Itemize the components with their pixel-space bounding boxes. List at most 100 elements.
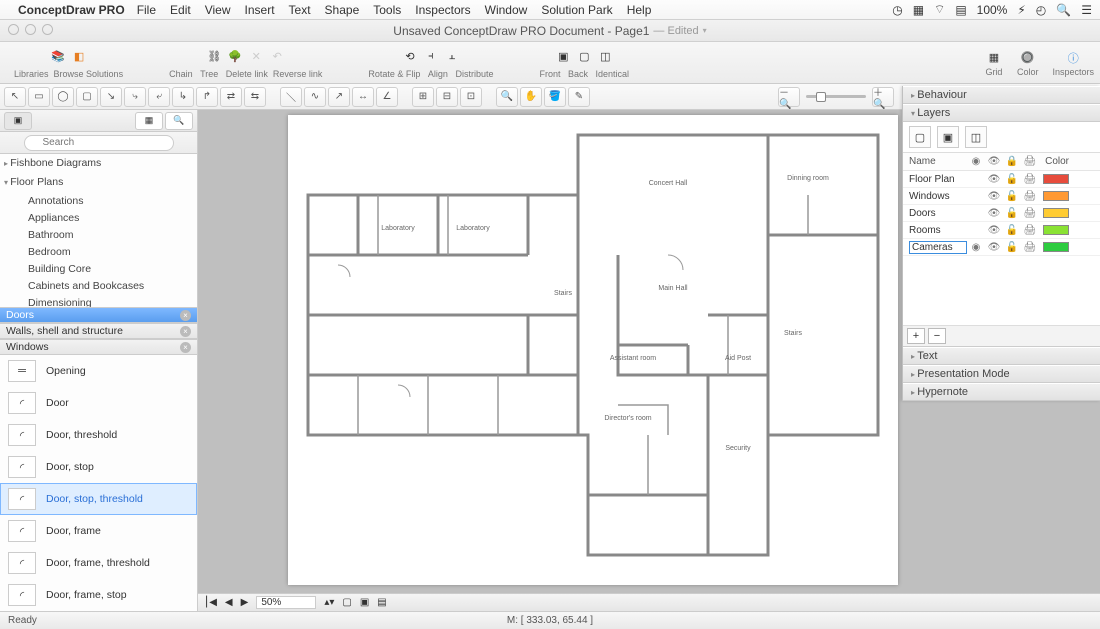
shape-door-threshold[interactable]: ◜Door, threshold [0,419,197,451]
section-layers[interactable]: Layers [903,104,1100,122]
layer-visibility-toggle[interactable]: 👁 [985,191,1003,202]
group-tool-3[interactable]: ⊡ [460,87,482,107]
arrow-tool[interactable]: ↗ [328,87,350,107]
view-mode-3[interactable]: ▤ [377,597,386,608]
toolbar-color[interactable]: 🔘Color [1017,49,1039,77]
menu-file[interactable]: File [137,3,156,17]
grid-icon[interactable]: ▦ [913,3,924,17]
eyedropper-tool[interactable]: ✎ [568,87,590,107]
shape-door-stop-threshold[interactable]: ◜Door, stop, threshold [0,483,197,515]
close-icon[interactable]: × [180,326,191,337]
group-tool-2[interactable]: ⊟ [436,87,458,107]
shape-door-frame[interactable]: ◜Door, frame [0,515,197,547]
toolbar-grid[interactable]: ▦Grid [985,49,1003,77]
layer-row[interactable]: Doors👁🔓🖨 [903,205,1100,222]
door-shapes-list[interactable]: ═Opening ◜Door ◜Door, threshold ◜Door, s… [0,355,197,611]
menu-inspectors[interactable]: Inspectors [415,3,470,17]
zoom-out-button[interactable]: －🔍 [778,87,800,107]
zoom-in-tool[interactable]: 🔍 [496,87,518,107]
app-name[interactable]: ConceptDraw PRO [18,3,125,17]
layer-print-toggle[interactable]: 🖨 [1021,191,1039,202]
close-icon[interactable]: × [180,342,191,353]
layer-color-swatch[interactable] [1039,191,1069,201]
view-mode-1[interactable]: ▢ [342,597,351,608]
close-button[interactable] [8,24,19,35]
section-presentation[interactable]: Presentation Mode [903,365,1100,383]
menu-window[interactable]: Window [485,3,528,17]
pointer-tool[interactable]: ↖ [4,87,26,107]
section-text[interactable]: Text [903,347,1100,365]
menu-tools[interactable]: Tools [373,3,401,17]
shape-tool[interactable]: ▢ [76,87,98,107]
sub-building-core[interactable]: Building Core [0,260,197,277]
lib-walls[interactable]: Walls, shell and structure× [0,323,197,339]
layer-lock-toggle[interactable]: 🔓 [1003,208,1021,219]
sidebar-tab-1[interactable]: ▣ [4,112,32,130]
layer-name[interactable]: Cameras [909,241,967,254]
add-layer-button[interactable]: + [907,328,925,344]
sub-dimensioning[interactable]: Dimensioning [0,294,197,307]
toolbar-chain-tree[interactable]: ⛓🌳✕↶ Chain Tree Delete link Reverse link [169,47,322,79]
sidebar-tab-grid[interactable]: ▦ [135,112,163,130]
shape-door-frame-threshold[interactable]: ◜Door, frame, threshold [0,547,197,579]
zoom-in-button[interactable]: ＋🔍 [872,87,894,107]
lib-windows[interactable]: Windows× [0,339,197,355]
fill-tool[interactable]: 🪣 [544,87,566,107]
section-hypernote[interactable]: Hypernote [903,383,1100,401]
curve-tool[interactable]: ∿ [304,87,326,107]
layer-color-swatch[interactable] [1039,242,1069,252]
clock-icon[interactable]: ◷ [892,3,902,17]
shape-opening[interactable]: ═Opening [0,355,197,387]
lib-doors[interactable]: Doors× [0,307,197,323]
time-icon[interactable]: ◴ [1036,3,1046,17]
shape-door-stop[interactable]: ◜Door, stop [0,451,197,483]
battery-icon[interactable]: ⚡︎ [1017,3,1025,17]
layer-print-toggle[interactable]: 🖨 [1021,225,1039,236]
layer-lock-toggle[interactable]: 🔓 [1003,191,1021,202]
page-nav-next[interactable]: ▶ [241,597,249,608]
shape-door[interactable]: ◜Door [0,387,197,419]
layer-lock-toggle[interactable]: 🔓 [1003,225,1021,236]
zoom-field[interactable]: 50% [256,596,316,609]
group-tool-1[interactable]: ⊞ [412,87,434,107]
layer-active-toggle[interactable]: ◉ [967,242,985,253]
menu-insert[interactable]: Insert [245,3,275,17]
layer-tab-2[interactable]: ▣ [937,126,959,148]
layer-print-toggle[interactable]: 🖨 [1021,174,1039,185]
category-floor-plans[interactable]: Floor Plans [0,173,197,192]
remove-layer-button[interactable]: − [928,328,946,344]
menu-edit[interactable]: Edit [170,3,191,17]
layer-print-toggle[interactable]: 🖨 [1021,242,1039,253]
layer-color-swatch[interactable] [1039,225,1069,235]
connector-tool-1[interactable]: ↘ [100,87,122,107]
zoom-stepper[interactable]: ▴▾ [324,597,334,608]
wifi-icon[interactable]: ⌔ [934,2,945,17]
zoom-button[interactable] [42,24,53,35]
menu-view[interactable]: View [205,3,231,17]
layer-row[interactable]: Cameras◉👁🔓🖨 [903,239,1100,256]
menu-icon[interactable]: ☰ [1081,3,1092,17]
sub-bedroom[interactable]: Bedroom [0,243,197,260]
connector-tool-6[interactable]: ⇄ [220,87,242,107]
sub-cabinets[interactable]: Cabinets and Bookcases [0,277,197,294]
connector-tool-2[interactable]: ⤷ [124,87,146,107]
view-mode-2[interactable]: ▣ [360,597,369,608]
layer-row[interactable]: Rooms👁🔓🖨 [903,222,1100,239]
layer-lock-toggle[interactable]: 🔓 [1003,174,1021,185]
sub-annotations[interactable]: Annotations [0,192,197,209]
connector-tool-4[interactable]: ↳ [172,87,194,107]
menu-help[interactable]: Help [627,3,652,17]
close-icon[interactable]: × [180,310,191,321]
connector-tool-3[interactable]: ⤶ [148,87,170,107]
traffic-lights[interactable] [8,24,53,35]
page-nav-first[interactable]: ⎮◀ [204,597,217,608]
layer-visibility-toggle[interactable]: 👁 [985,225,1003,236]
menu-shape[interactable]: Shape [325,3,360,17]
shape-door-frame-stop[interactable]: ◜Door, frame, stop [0,579,197,611]
layer-row[interactable]: Floor Plan👁🔓🖨 [903,171,1100,188]
sub-appliances[interactable]: Appliances [0,209,197,226]
category-fishbone[interactable]: Fishbone Diagrams [0,154,197,173]
layer-tab-1[interactable]: ▢ [909,126,931,148]
layer-visibility-toggle[interactable]: 👁 [985,242,1003,253]
layer-color-swatch[interactable] [1039,174,1069,184]
